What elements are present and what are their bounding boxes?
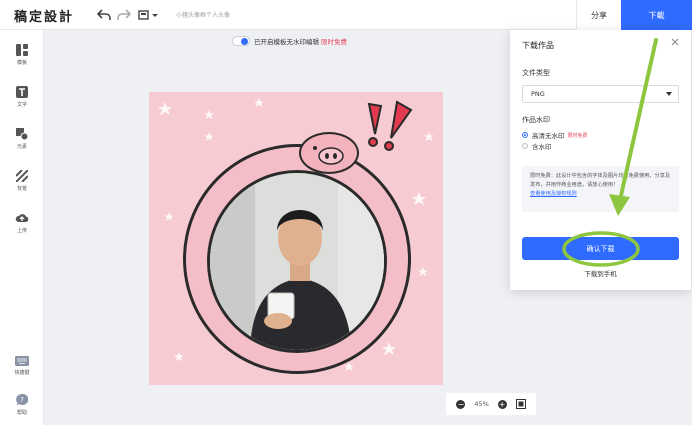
redo-icon[interactable] <box>116 7 132 23</box>
left-sidebar: 模板 文字 元素 背景 上传 快捷键 ? 帮助 <box>0 30 44 425</box>
download-button[interactable]: 下載 <box>621 0 692 30</box>
option-with-watermark[interactable]: 含水印 <box>522 141 552 151</box>
file-type-value: PNG <box>531 90 545 98</box>
sidebar-item-label: 模板 <box>16 60 27 66</box>
portrait-photo[interactable] <box>207 170 387 353</box>
panel-title: 下载作品 <box>522 41 554 50</box>
sidebar-item-shortcuts[interactable]: 快捷键 <box>0 356 44 390</box>
upload-icon <box>15 214 29 222</box>
file-type-label: 文件类型 <box>522 69 550 77</box>
confirm-download-button[interactable]: 确认下载 <box>522 237 679 260</box>
share-button[interactable]: 分享 <box>576 0 621 30</box>
sidebar-item-background[interactable]: 背景 <box>0 170 44 204</box>
sidebar-item-label: 上传 <box>16 228 27 234</box>
undo-icon[interactable] <box>96 7 112 23</box>
text-icon <box>16 86 28 98</box>
free-tag: 限时免费 <box>567 132 588 139</box>
watermark-label: 作品水印 <box>522 116 550 124</box>
sidebar-item-elements[interactable]: 元素 <box>0 128 44 162</box>
zoom-controls: − 45% + <box>446 393 536 415</box>
sidebar-item-upload[interactable]: 上传 <box>0 212 44 246</box>
zoom-out-icon[interactable]: − <box>456 399 466 409</box>
pig-head-sticker[interactable] <box>299 132 359 174</box>
sidebar-item-label: 文字 <box>16 102 27 108</box>
sidebar-item-help[interactable]: ? 帮助 <box>0 394 44 425</box>
option-no-watermark[interactable]: 高清无水印 限时免费 <box>522 130 588 140</box>
watermark-free-link[interactable]: 限时免费 <box>321 36 347 46</box>
history-menu-icon[interactable] <box>138 7 160 23</box>
watermark-toggle[interactable] <box>232 35 250 46</box>
document-title[interactable]: 小猪头像框个人头像 <box>176 10 230 19</box>
sidebar-item-text[interactable]: 文字 <box>0 86 44 120</box>
svg-text:?: ? <box>20 396 24 404</box>
top-bar: 稿定設計 小猪头像框个人头像 分享 下載 <box>0 0 692 30</box>
design-artboard[interactable] <box>149 92 443 385</box>
app-logo[interactable]: 稿定設計 <box>14 6 74 25</box>
zoom-level: 45% <box>474 400 489 408</box>
fit-screen-icon[interactable] <box>515 399 526 409</box>
sidebar-item-label: 快捷键 <box>14 370 30 376</box>
sidebar-item-label: 帮助 <box>16 410 27 416</box>
help-icon: ? <box>16 394 28 406</box>
close-icon[interactable]: ✕ <box>668 36 682 50</box>
watermark-toggle-bar: 已开启模板无水印编辑 限时免费 <box>232 35 347 46</box>
sidebar-item-label: 元素 <box>16 144 27 150</box>
sidebar-item-label: 背景 <box>16 186 27 192</box>
radio-selected[interactable] <box>522 132 528 138</box>
background-icon <box>16 170 28 182</box>
download-to-phone-link[interactable]: 下载到手机 <box>510 268 691 278</box>
option-with-watermark-label: 含水印 <box>532 143 552 151</box>
elements-icon <box>16 128 28 140</box>
license-rules-link[interactable]: 查看使用及授权规则 <box>530 190 671 199</box>
portrait-figure <box>210 173 384 350</box>
chevron-down-icon <box>666 92 672 96</box>
notice-text: 限时免费：此设计中包含的字体及图片均可免费使用、分享及发布，并用作商业用途，请放… <box>530 173 671 188</box>
radio-unselected[interactable] <box>522 143 528 149</box>
watermark-status-text: 已开启模板无水印编辑 <box>254 37 319 46</box>
sidebar-item-template[interactable]: 模板 <box>0 44 44 78</box>
template-icon <box>16 44 28 56</box>
zoom-in-icon[interactable]: + <box>497 399 507 409</box>
license-notice: 限时免费：此设计中包含的字体及图片均可免费使用、分享及发布，并用作商业用途，请放… <box>522 166 679 212</box>
exclamation-sticker <box>367 100 413 151</box>
file-type-select[interactable]: PNG <box>522 85 679 103</box>
keyboard-icon <box>15 356 29 366</box>
download-panel: 下载作品 ✕ 文件类型 PNG 作品水印 高清无水印 限时免费 含水印 限时免费… <box>510 30 691 290</box>
option-no-watermark-label: 高清无水印 <box>532 132 565 140</box>
